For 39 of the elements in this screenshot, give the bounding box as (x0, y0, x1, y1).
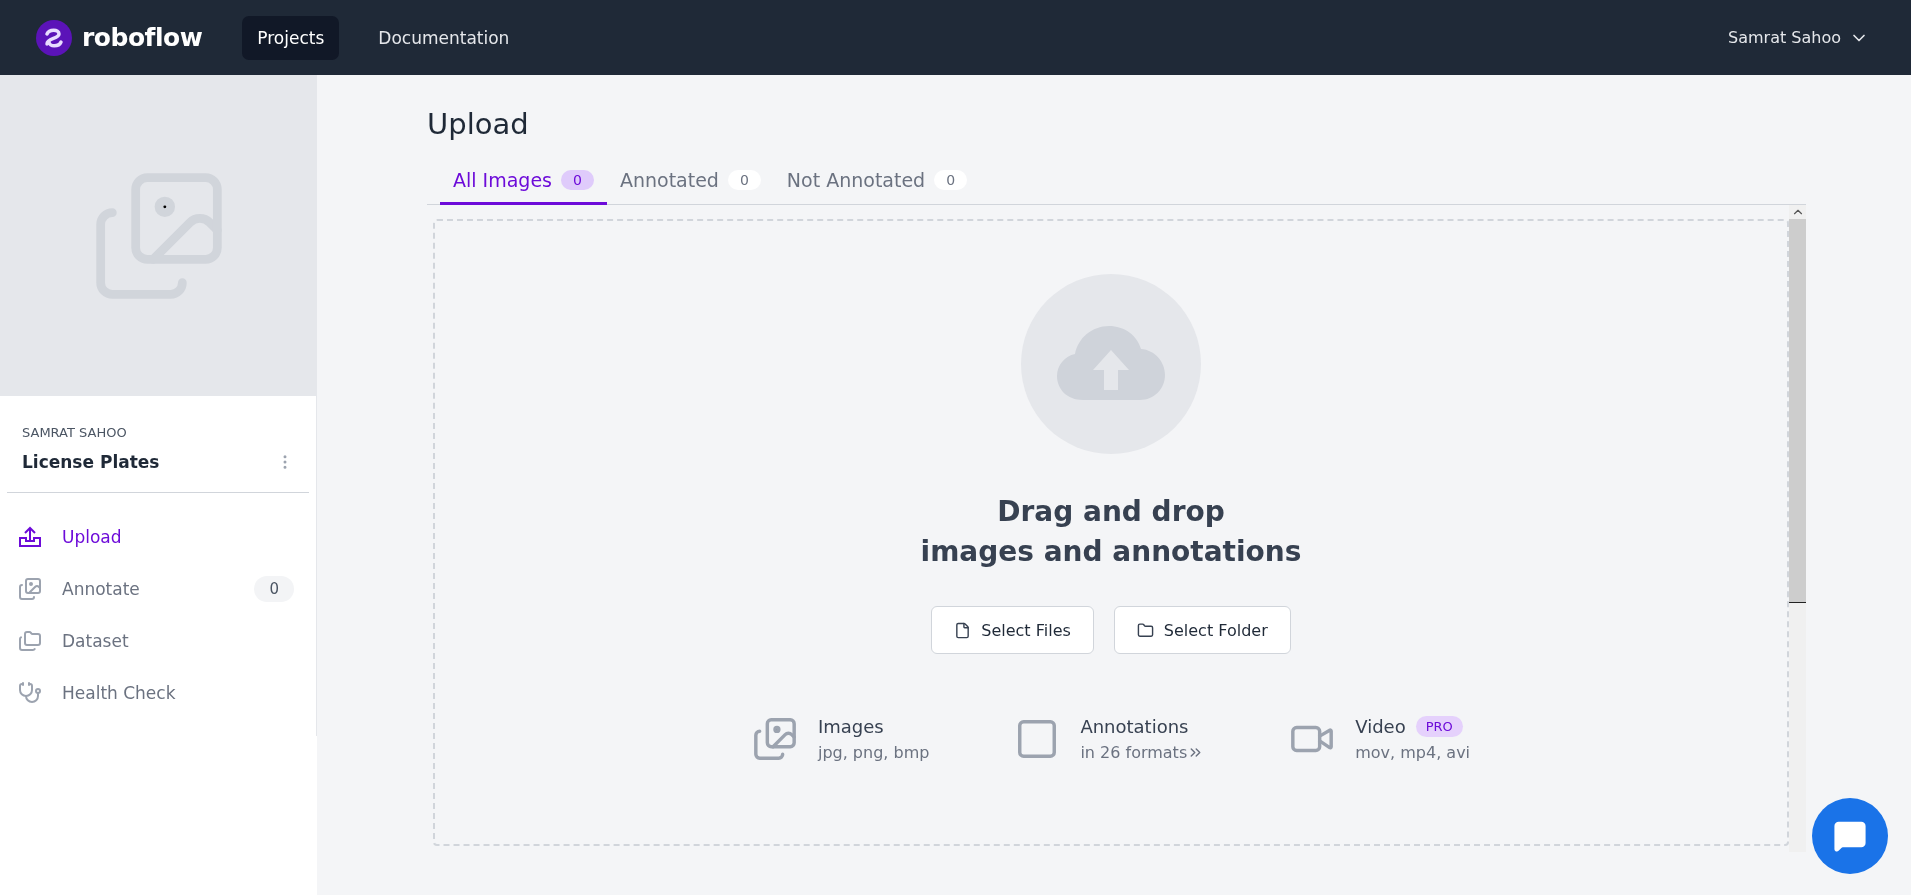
tab[interactable]: All Images 0 (440, 161, 607, 205)
user-menu[interactable]: Samrat Sahoo (1722, 26, 1875, 49)
format-extensions: mov, mp4, avi (1355, 743, 1471, 762)
logo-icon (36, 19, 72, 56)
project-name: License Plates (22, 452, 160, 472)
tab[interactable]: Annotated 0 (606, 161, 774, 205)
scrollbar[interactable] (1789, 205, 1806, 852)
drop-headline: Drag and drop images and annotations (920, 494, 1302, 570)
format-title: Video (1355, 716, 1406, 737)
stethoscope-icon (18, 681, 42, 705)
drop-zone[interactable]: Drag and drop images and annotations Select Files Select Folder Images jpg, png, bmp Annotations in 26 formats Video PRO mov, mp4, avi (433, 219, 1789, 846)
images-icon (18, 577, 42, 601)
count-badge: 0 (254, 576, 294, 602)
count-badge: 0 (561, 170, 594, 190)
select-button[interactable]: Select Files (931, 606, 1094, 654)
format-extensions: jpg, png, bmp (817, 743, 930, 762)
count-badge: 0 (727, 170, 761, 190)
upload-tray-icon (18, 525, 42, 549)
formats-link[interactable]: in 26 formats (1080, 743, 1205, 762)
select-button[interactable]: Select Folder (1113, 606, 1291, 654)
page-title: Upload (427, 107, 530, 141)
nav-link[interactable]: Documentation (363, 15, 525, 60)
workspace-name: SAMRAT SAHOO (21, 424, 128, 440)
chat-icon (1833, 819, 1867, 853)
folder-icon (1136, 621, 1154, 639)
images-icon (751, 716, 798, 762)
sidebar-item[interactable]: Dataset (0, 615, 316, 667)
sidebar-item[interactable]: Health Check (0, 667, 316, 719)
count-badge: 0 (934, 170, 968, 190)
pro-badge: PRO (1415, 716, 1463, 737)
file-icon (954, 621, 972, 639)
sidebar-item[interactable]: Upload (0, 511, 316, 563)
brand-name: roboflow (82, 23, 203, 52)
format-title: Annotations (1080, 716, 1189, 737)
tab[interactable]: Not Annotated 0 (773, 161, 981, 205)
sidebar-item[interactable]: Annotate 0 (0, 563, 316, 615)
nav-link[interactable]: Projects (242, 15, 340, 60)
format-title: Images (817, 716, 884, 737)
folders-icon (18, 629, 42, 653)
